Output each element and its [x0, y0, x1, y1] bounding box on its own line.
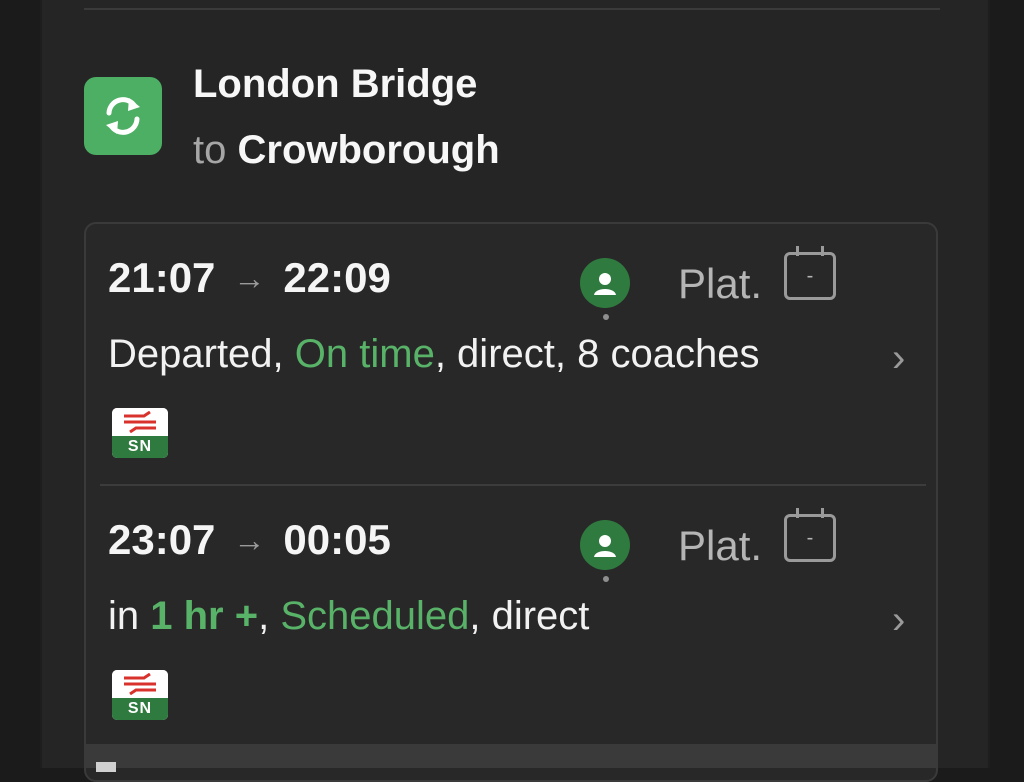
platform-label: Plat.: [678, 260, 763, 307]
arrive-time: 22:09: [283, 254, 391, 301]
chevron-right-icon[interactable]: ›: [892, 336, 905, 381]
service-row[interactable]: 23:07 → 00:05 Plat. - in 1 hr +, Schedul…: [86, 486, 936, 748]
operator-code: SN: [112, 436, 168, 458]
calendar-box-icon: -: [784, 246, 836, 300]
operator-code: SN: [112, 698, 168, 720]
service-times: 23:07 → 00:05: [108, 516, 391, 564]
status-prefix: in: [108, 594, 151, 638]
platform-value: -: [806, 264, 814, 287]
route-to-word: to: [193, 128, 227, 172]
status-suffix: , direct: [469, 594, 590, 638]
route-origin: London Bridge: [193, 62, 478, 106]
divider: [84, 8, 940, 10]
platform-value: -: [806, 526, 814, 549]
service-status: Departed, On time, direct, 8 coaches: [108, 332, 759, 377]
service-status: in 1 hr +, Scheduled, direct: [108, 594, 589, 639]
crowding-indicator-dot: [603, 314, 609, 320]
service-times: 21:07 → 22:09: [108, 254, 391, 302]
crowding-indicator-dot: [603, 576, 609, 582]
depart-time: 23:07: [108, 516, 216, 563]
route-destination: Crowborough: [237, 128, 500, 172]
status-prefix: Departed,: [108, 332, 295, 376]
arrow-right-icon: →: [233, 521, 266, 558]
services-card: 21:07 → 22:09 Plat. - Departed, On time,…: [84, 222, 938, 782]
chevron-right-icon[interactable]: ›: [892, 598, 905, 643]
partial-icon: [96, 762, 116, 772]
status-separator: ,: [258, 594, 281, 638]
next-section-strip: [84, 744, 938, 772]
national-rail-icon: SN: [112, 670, 168, 720]
person-icon: [580, 258, 630, 308]
platform-label: Plat.: [678, 522, 763, 569]
national-rail-icon: SN: [112, 408, 168, 458]
arrive-time: 00:05: [283, 516, 391, 563]
route-destination-line: to Crowborough: [193, 128, 500, 173]
status-eta: 1 hr +: [150, 594, 259, 638]
status-highlight: Scheduled: [280, 594, 470, 638]
status-highlight: On time: [294, 332, 435, 376]
calendar-box-icon: -: [784, 508, 836, 562]
arrow-right-icon: →: [233, 259, 266, 296]
status-suffix: , direct, 8 coaches: [434, 332, 760, 376]
depart-time: 21:07: [108, 254, 216, 301]
person-icon: [580, 520, 630, 570]
service-row[interactable]: 21:07 → 22:09 Plat. - Departed, On time,…: [86, 224, 936, 486]
refresh-arrows-icon[interactable]: [84, 77, 162, 155]
